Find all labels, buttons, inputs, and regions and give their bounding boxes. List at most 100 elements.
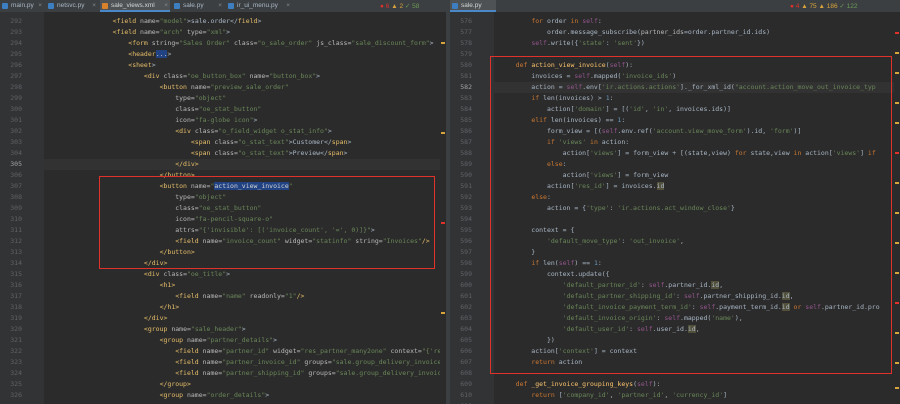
stripe-mark[interactable] bbox=[895, 362, 899, 364]
stripe-mark[interactable] bbox=[895, 122, 899, 124]
stripe-mark[interactable] bbox=[895, 272, 899, 274]
code-token: "button_box" bbox=[269, 72, 317, 80]
line-number: 588 bbox=[460, 149, 472, 157]
line-number: 589 bbox=[460, 160, 472, 168]
right-editor-pane[interactable]: 576 577 578 579 580 581 582 583 584 585 586 587 588 5… bbox=[450, 12, 900, 404]
code-token: > bbox=[241, 325, 246, 333]
code-token: =order.partner_id.ids) bbox=[683, 28, 771, 36]
code-token: "sale.group_delivery_invoice_add bbox=[335, 369, 446, 377]
code-token: }) bbox=[637, 39, 645, 47]
code-token: > bbox=[151, 61, 156, 69]
code-token: <group bbox=[143, 325, 172, 333]
code-token: order.message_subscribe( bbox=[500, 28, 641, 36]
line-number: 605 bbox=[460, 336, 472, 344]
left-editor-pane[interactable]: 292 293 294 295 296 297 298 299 300 301 302 303 304 3… bbox=[0, 12, 446, 404]
code-token: self bbox=[582, 17, 598, 25]
code-token: for bbox=[531, 17, 547, 25]
line-number: 316 bbox=[10, 281, 22, 289]
tab-3[interactable]: sale.py × bbox=[172, 0, 224, 12]
close-icon[interactable]: × bbox=[38, 0, 42, 12]
warning-count: 2 bbox=[399, 3, 404, 10]
code-token: <field bbox=[175, 358, 203, 366]
close-icon[interactable]: × bbox=[164, 0, 168, 12]
code-token: partner_ids bbox=[640, 28, 684, 36]
code-token: class= bbox=[163, 270, 187, 278]
tab-2[interactable]: sale_views.xml × bbox=[100, 0, 170, 12]
line-number: 307 bbox=[10, 182, 22, 190]
close-icon[interactable]: × bbox=[92, 0, 96, 12]
code-token: >Preview</ bbox=[288, 149, 328, 157]
right-inspection-summary[interactable]: ● 4 ▲ 75 ▲ 186 ✓ 122 bbox=[790, 2, 858, 11]
left-inspection-summary[interactable]: ● 6 ▲ 2 ✓ 58 bbox=[380, 2, 419, 11]
error-count: 4 bbox=[795, 3, 800, 10]
stripe-mark[interactable] bbox=[895, 102, 899, 104]
code-token: name= bbox=[202, 347, 223, 355]
code-token: /> bbox=[296, 292, 305, 300]
code-token: "oe_title" bbox=[186, 270, 227, 278]
line-number: 320 bbox=[10, 325, 22, 333]
code-line: <div class="oe_button_box" name="button_… bbox=[50, 71, 320, 82]
code-token: > bbox=[253, 116, 258, 124]
tab-0[interactable]: main.py × bbox=[0, 0, 44, 12]
line-number: 301 bbox=[10, 116, 22, 124]
code-line: order.message_subscribe(partner_ids=orde… bbox=[500, 27, 770, 38]
line-number: 298 bbox=[10, 83, 22, 91]
code-token: 'currency_id' bbox=[672, 391, 724, 399]
code-line: <span class="o_stat_text">Preview</span> bbox=[50, 148, 348, 159]
tab-4[interactable]: ir_ui_menu.py × bbox=[226, 0, 292, 12]
stripe-mark[interactable] bbox=[441, 132, 445, 134]
line-number: 321 bbox=[10, 336, 22, 344]
stripe-mark[interactable] bbox=[895, 72, 899, 74]
stripe-mark[interactable] bbox=[895, 387, 899, 389]
code-token: "sale_discount_form" bbox=[351, 39, 430, 47]
stripe-mark[interactable] bbox=[895, 302, 899, 304]
close-icon[interactable]: × bbox=[286, 0, 290, 12]
stripe-mark[interactable] bbox=[441, 312, 445, 314]
line-number: 608 bbox=[460, 369, 472, 377]
line-number: 591 bbox=[460, 182, 472, 190]
code-line: class="oe_stat_button" bbox=[50, 104, 261, 115]
code-token: <field bbox=[112, 28, 141, 36]
tab-label: sale_views.xml bbox=[111, 2, 155, 9]
code-line: <field name="partner_shipping_id" groups… bbox=[50, 368, 446, 379]
code-token: "model" bbox=[159, 17, 188, 25]
stripe-mark[interactable] bbox=[441, 42, 445, 44]
line-number: 300 bbox=[10, 105, 22, 113]
code-token: <field bbox=[175, 369, 203, 377]
code-token: "oe_button_box" bbox=[186, 72, 250, 80]
code-line: <field name="partner_invoice_id" groups=… bbox=[50, 357, 446, 368]
tab-1[interactable]: netsvc.py × bbox=[46, 0, 98, 12]
stripe-mark[interactable] bbox=[895, 52, 899, 54]
code-token: "xml" bbox=[206, 28, 227, 36]
right-tab[interactable]: sale.py bbox=[450, 0, 496, 12]
line-number: 601 bbox=[460, 292, 472, 300]
code-token: return bbox=[531, 391, 559, 399]
code-token: > bbox=[257, 17, 262, 25]
stripe-mark[interactable] bbox=[895, 152, 899, 154]
code-token: <field bbox=[175, 347, 203, 355]
code-token: "res_partner_many2one" bbox=[300, 347, 391, 355]
stripe-mark[interactable] bbox=[895, 242, 899, 244]
code-token: > bbox=[343, 149, 348, 157]
code-line: <span class="o_stat_text">Customer</span… bbox=[50, 137, 351, 148]
stripe-mark[interactable] bbox=[895, 212, 899, 214]
stripe-mark[interactable] bbox=[895, 32, 899, 34]
stripe-mark[interactable] bbox=[895, 182, 899, 184]
line-number: 586 bbox=[460, 127, 472, 135]
error-stripe[interactable] bbox=[894, 12, 900, 404]
stripe-mark[interactable] bbox=[895, 332, 899, 334]
line-number: 606 bbox=[460, 347, 472, 355]
code-token: def bbox=[515, 380, 532, 388]
close-icon[interactable]: × bbox=[218, 0, 222, 12]
line-number: 325 bbox=[10, 380, 22, 388]
line-number: 578 bbox=[460, 39, 472, 47]
code-token: "o_field_widget o_stat_info" bbox=[218, 127, 328, 135]
stripe-mark[interactable] bbox=[441, 222, 445, 224]
code-line: <field name="arch" type="xml"> bbox=[50, 27, 230, 38]
